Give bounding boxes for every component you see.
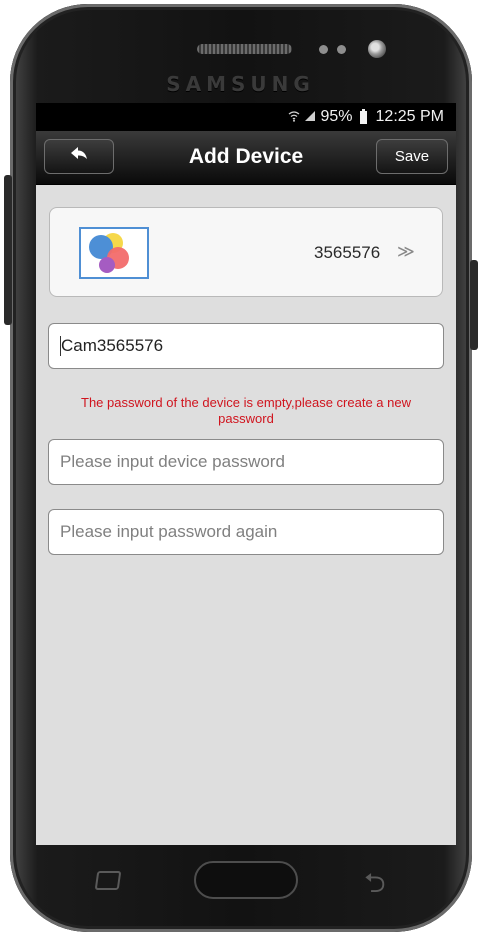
save-button[interactable]: Save: [376, 139, 448, 174]
wifi-icon: [288, 110, 300, 125]
back-icon[interactable]: ⮌: [364, 864, 386, 910]
device-password-input[interactable]: Please input device password: [48, 439, 444, 485]
device-thumbnail-icon: [79, 227, 149, 279]
device-name-input[interactable]: Cam3565576: [48, 323, 444, 369]
device-password-placeholder: Please input device password: [60, 452, 285, 471]
home-button[interactable]: [194, 861, 298, 899]
recent-apps-icon[interactable]: [94, 871, 122, 890]
battery-icon: [359, 108, 367, 124]
front-camera-icon: [368, 40, 386, 58]
confirm-password-input[interactable]: Please input password again: [48, 509, 444, 555]
proximity-sensor: [319, 45, 328, 54]
device-id: 3565576: [314, 243, 381, 262]
brand-logo: SAMSUNG: [166, 72, 315, 96]
battery-percent: 95%: [320, 108, 353, 125]
status-bar: 95% 12:25 PM: [36, 103, 456, 131]
device-name-value: Cam3565576: [61, 336, 164, 355]
chevron-right-icon: ≫: [397, 242, 415, 261]
signal-icon: [304, 110, 316, 125]
confirm-password-placeholder: Please input password again: [60, 522, 278, 541]
password-warning: The password of the device is empty,plea…: [81, 395, 411, 426]
earpiece-speaker: [197, 44, 292, 54]
power-button: [470, 260, 478, 350]
volume-button: [4, 175, 12, 325]
clock: 12:25 PM: [375, 108, 444, 125]
device-card[interactable]: 3565576 ≫: [49, 207, 443, 297]
app-screen: 95% 12:25 PM Add Device Save 3565576 ≫ C…: [36, 103, 456, 845]
light-sensor: [337, 45, 346, 54]
title-bar: Add Device Save: [36, 131, 456, 185]
